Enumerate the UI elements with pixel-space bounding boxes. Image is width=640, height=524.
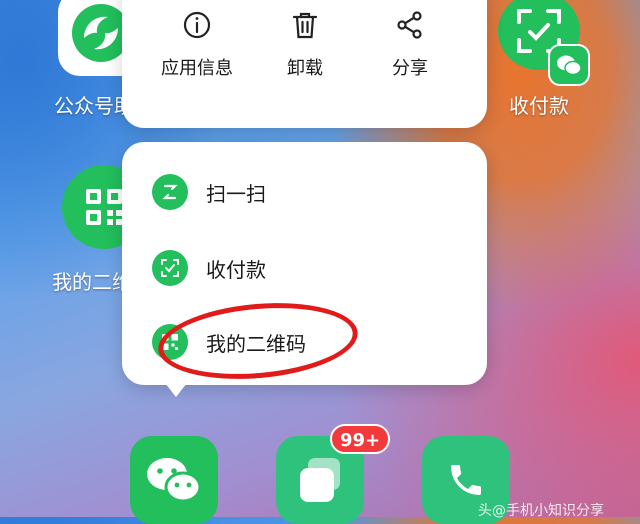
pay-icon (152, 250, 188, 286)
action-label: 应用信息 (161, 58, 233, 79)
trash-icon (292, 12, 318, 39)
app-label: 收付款 (509, 94, 569, 118)
wechat-small-icon (548, 44, 590, 86)
popup-pointer (165, 383, 187, 397)
quick-actions-card: 应用信息 卸载 分享 (122, 0, 487, 128)
action-label: 卸载 (287, 58, 323, 79)
wechat-icon (130, 436, 218, 524)
share-button[interactable]: 分享 (355, 10, 465, 80)
menu-item-pay[interactable]: 收付款 (152, 246, 266, 290)
share-icon (397, 11, 422, 39)
notification-badge: 99+ (330, 424, 391, 454)
app-info-button[interactable]: 应用信息 (142, 10, 252, 80)
uninstall-button[interactable]: 卸载 (250, 10, 360, 80)
menu-item-scan[interactable]: 扫一扫 (152, 170, 266, 214)
menu-label: 收付款 (206, 257, 266, 282)
watermark: 头@手机小知识分享 (478, 503, 604, 519)
menu-label: 扫一扫 (206, 181, 266, 206)
action-label: 分享 (392, 58, 428, 79)
app-label: 我的二维 (52, 270, 132, 294)
info-icon (183, 11, 211, 39)
scan-icon (152, 174, 188, 210)
